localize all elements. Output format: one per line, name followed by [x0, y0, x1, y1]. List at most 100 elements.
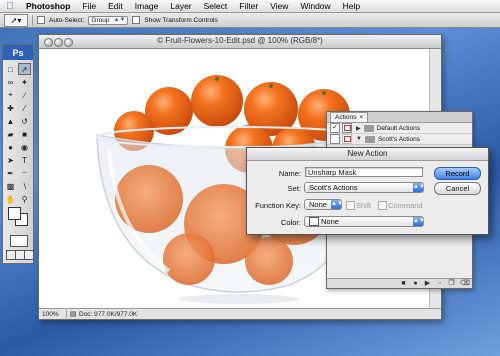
shift-label: Shift: [356, 201, 372, 210]
folder-icon: [363, 124, 374, 132]
auto-select-checkbox[interactable]: [37, 16, 45, 24]
name-label: Name:: [278, 169, 301, 178]
new-action-dialog: New Action Name: Unsharp Mask Set: Scott…: [246, 147, 489, 235]
actions-button-bar: ■ ● ▶ ▫ ❐ ⌫: [327, 278, 472, 288]
history-brush-tool-icon[interactable]: ↺: [18, 115, 31, 127]
ps-logo: Ps: [3, 45, 33, 60]
new-action-icon[interactable]: ❐: [448, 280, 455, 287]
document-status-bar: 100% ▤ Doc: 977.0K/977.0K: [39, 308, 441, 319]
action-name-field[interactable]: Unsharp Mask: [305, 167, 423, 177]
menu-filter[interactable]: Filter: [233, 1, 264, 11]
menu-window[interactable]: Window: [294, 1, 336, 11]
color-label: Color:: [280, 218, 301, 227]
color-dropdown[interactable]: None ▲▼: [304, 216, 425, 227]
cancel-button[interactable]: Cancel: [434, 182, 481, 195]
function-key-dropdown[interactable]: None ▲▼: [304, 199, 343, 210]
notes-tool-icon[interactable]: ▩: [4, 180, 17, 192]
hand-tool-icon[interactable]: ✋: [4, 193, 17, 205]
status-options-icon[interactable]: ▤: [67, 310, 79, 318]
show-transform-checkbox[interactable]: [132, 16, 141, 24]
dropdown-arrow-icon: ▲▼: [113, 17, 126, 23]
shape-tool-icon[interactable]: ⎯: [18, 167, 31, 179]
action-set-name: Scott's Actions: [377, 135, 421, 143]
action-set-row[interactable]: ✓ ▶ Default Actions: [327, 123, 472, 134]
stop-icon[interactable]: ■: [400, 280, 407, 287]
zoom-level-field[interactable]: 100%: [39, 310, 67, 318]
close-tab-icon[interactable]: ×: [359, 114, 363, 121]
folder-icon: [364, 135, 375, 143]
trash-icon[interactable]: ⌫: [460, 280, 470, 287]
move-tool-icon[interactable]: ➚: [18, 63, 31, 75]
function-key-value: None: [309, 200, 327, 209]
show-transform-label: Show Transform Controls: [144, 16, 218, 24]
function-key-label: Function Key:: [255, 201, 301, 210]
set-value: Scott's Actions: [309, 183, 358, 192]
action-set-row[interactable]: ▼ Scott's Actions: [327, 134, 472, 145]
color-swatch-icon: [309, 217, 319, 226]
slice-tool-icon[interactable]: ∕: [18, 89, 31, 101]
document-size-info: Doc: 977.0K/977.0K: [79, 310, 138, 318]
record-button[interactable]: Record: [434, 167, 481, 180]
toggle-dialog-icon[interactable]: [342, 134, 352, 144]
lasso-tool-icon[interactable]: ∞: [4, 76, 17, 88]
document-title-bar[interactable]: © Fruit-Flowers-10-Edit.psd @ 100% (RGB/…: [39, 35, 441, 49]
move-tool-preset-icon[interactable]: ➚▾: [4, 13, 28, 27]
toolbox: Ps □ ➚ ∞ ✦ ⌖ ∕ ✚ ⁄ ▲ ↺ ▰ ■ ● ◉ ➤ T ✒ ⎯ ▩…: [2, 44, 34, 264]
set-label: Set:: [287, 184, 301, 193]
toggle-item-checkbox[interactable]: ✓: [330, 123, 340, 133]
path-selection-tool-icon[interactable]: ➤: [4, 154, 17, 166]
brush-tool-icon[interactable]: ⁄: [18, 102, 31, 114]
shift-checkbox[interactable]: [346, 201, 355, 210]
foreground-color-swatch[interactable]: [8, 207, 21, 220]
menu-edit[interactable]: Edit: [102, 1, 129, 11]
tab-actions[interactable]: Actions ×: [330, 112, 369, 122]
action-set-name: Default Actions: [376, 124, 420, 132]
actions-tab-label: Actions: [335, 114, 357, 121]
options-bar: ➚▾ Auto-Select: Group ▲▼ Show Transform …: [0, 13, 500, 28]
gradient-tool-icon[interactable]: ■: [18, 128, 31, 140]
magic-wand-tool-icon[interactable]: ✦: [18, 76, 31, 88]
toggle-dialog-icon[interactable]: [342, 123, 352, 133]
play-icon[interactable]: ▶: [424, 280, 431, 287]
color-value: None: [321, 217, 339, 226]
dodge-tool-icon[interactable]: ◉: [18, 141, 31, 153]
record-icon[interactable]: ●: [412, 280, 419, 287]
menu-bar:  Photoshop File Edit Image Layer Select…: [0, 0, 500, 13]
menu-view[interactable]: View: [264, 1, 294, 11]
auto-select-dropdown[interactable]: Group ▲▼: [88, 15, 129, 25]
menu-select[interactable]: Select: [198, 1, 234, 11]
divider: [32, 14, 33, 26]
dropdown-arrow-icon: ▲▼: [413, 217, 425, 226]
eyedropper-tool-icon[interactable]: ∖: [18, 180, 31, 192]
full-screen-mode-icon[interactable]: [24, 250, 34, 260]
actions-tab-bar: Actions ×: [327, 112, 472, 123]
new-set-folder-icon[interactable]: ▫: [436, 280, 443, 287]
dropdown-arrow-icon: ▲▼: [413, 183, 425, 192]
clone-stamp-tool-icon[interactable]: ▲: [4, 115, 17, 127]
healing-brush-tool-icon[interactable]: ✚: [4, 102, 17, 114]
type-tool-icon[interactable]: T: [18, 154, 31, 166]
auto-select-label: Auto-Select:: [49, 16, 85, 24]
eraser-tool-icon[interactable]: ▰: [4, 128, 17, 140]
document-title: © Fruit-Flowers-10-Edit.psd @ 100% (RGB/…: [157, 36, 323, 45]
crop-tool-icon[interactable]: ⌖: [4, 89, 17, 101]
dialog-title: New Action: [247, 148, 488, 161]
blur-tool-icon[interactable]: ●: [4, 141, 17, 153]
pen-tool-icon[interactable]: ✒: [4, 167, 17, 179]
menu-help[interactable]: Help: [337, 1, 366, 11]
toggle-item-checkbox[interactable]: [330, 134, 340, 144]
expand-triangle-icon[interactable]: ▶: [356, 125, 361, 132]
command-checkbox[interactable]: [378, 201, 387, 210]
menu-image[interactable]: Image: [129, 1, 165, 11]
quick-mask-mode-icon[interactable]: [10, 235, 28, 247]
apple-menu-icon[interactable]: : [0, 1, 20, 12]
set-dropdown[interactable]: Scott's Actions ▲▼: [304, 182, 425, 193]
zoom-tool-icon[interactable]: ⚲: [18, 193, 31, 205]
menu-file[interactable]: File: [76, 1, 102, 11]
collapse-triangle-icon[interactable]: ▼: [356, 136, 362, 142]
command-label: Command: [388, 201, 423, 210]
menu-photoshop[interactable]: Photoshop: [20, 1, 76, 11]
dropdown-arrow-icon: ▲▼: [331, 200, 343, 209]
menu-layer[interactable]: Layer: [164, 1, 197, 11]
marquee-tool-icon[interactable]: □: [4, 63, 17, 75]
